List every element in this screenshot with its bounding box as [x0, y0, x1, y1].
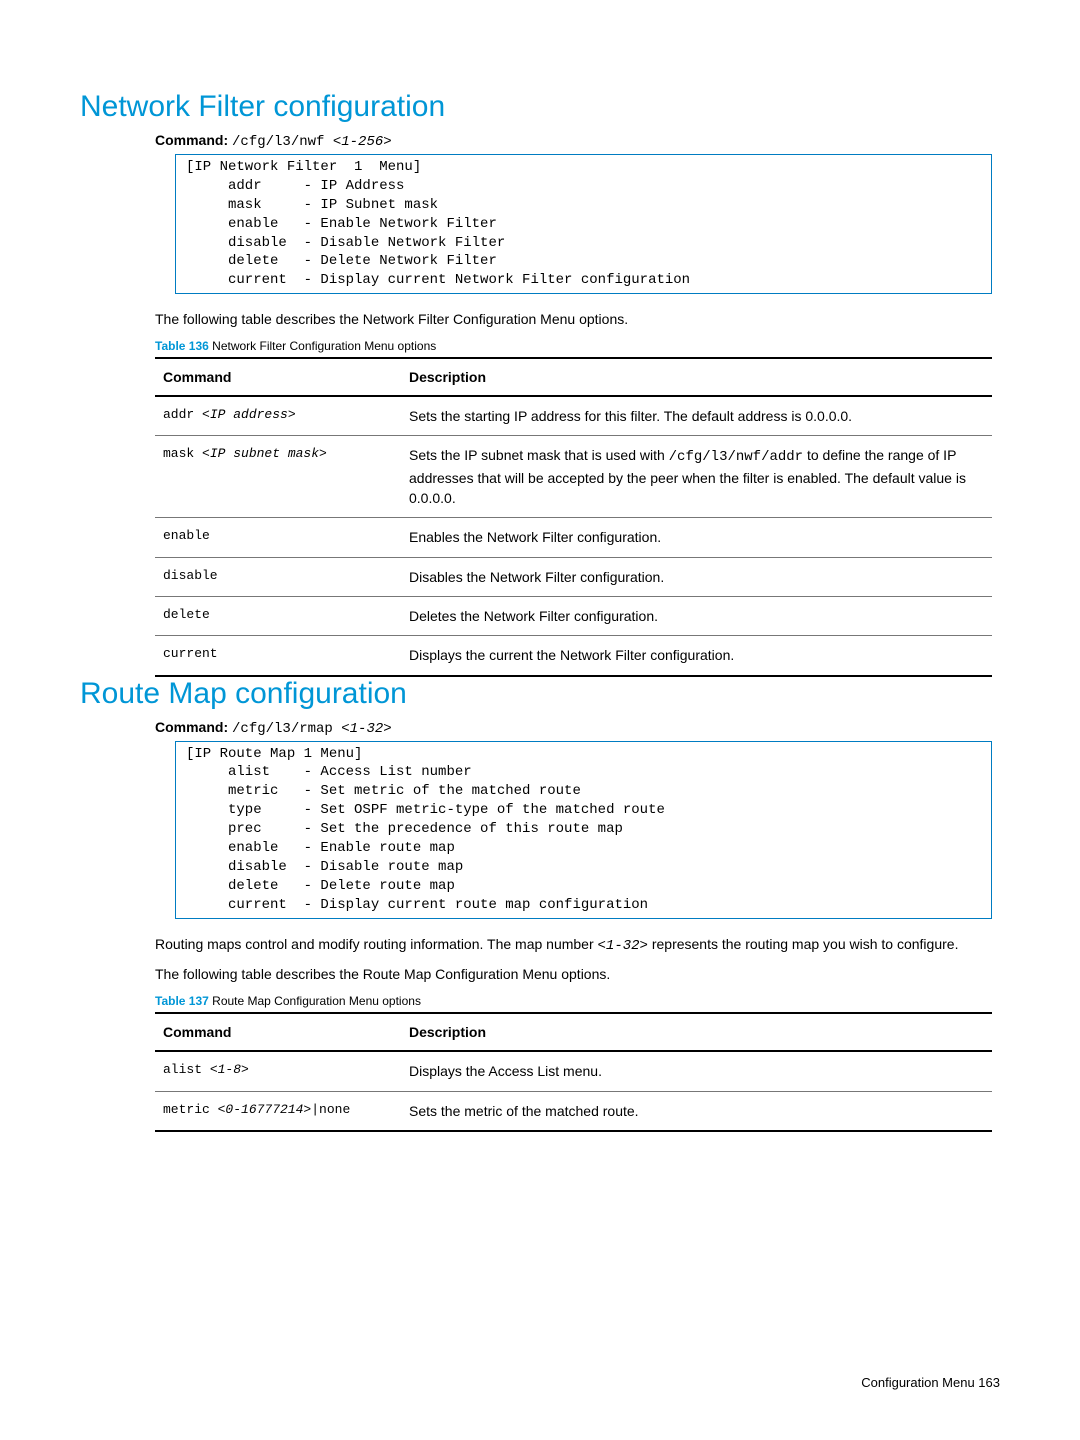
cell-cmd: addr — [163, 407, 202, 422]
table-row: delete Deletes the Network Filter config… — [155, 596, 992, 635]
th-description: Description — [401, 358, 992, 396]
th-command: Command — [155, 1013, 401, 1051]
command-path: /cfg/l3/rmap — [232, 721, 341, 737]
heading-route-map: Route Map configuration — [80, 677, 1000, 711]
cell-desc: Sets the metric of the matched route. — [401, 1091, 992, 1131]
th-command: Command — [155, 358, 401, 396]
cell-cmd: alist — [163, 1062, 210, 1077]
th-description: Description — [401, 1013, 992, 1051]
page-footer: Configuration Menu 163 — [861, 1375, 1000, 1390]
table-header-row: Command Description — [155, 358, 992, 396]
command-line-1: Command: /cfg/l3/nwf <1-256> — [155, 132, 1000, 150]
page: Network Filter configuration Command: /c… — [0, 0, 1080, 1440]
terminal-output-1: [IP Network Filter 1 Menu] addr - IP Add… — [175, 154, 992, 294]
command-arg: <1-256> — [333, 134, 392, 150]
cell-cmd: mask — [163, 446, 202, 461]
table-caption-2: Table 137 Route Map Configuration Menu o… — [155, 994, 1000, 1008]
command-label: Command: — [155, 132, 228, 148]
table-row: alist <1-8> Displays the Access List men… — [155, 1051, 992, 1091]
table-caption-label: Table 137 — [155, 994, 209, 1008]
table-row: disable Disables the Network Filter conf… — [155, 557, 992, 596]
cell-desc: Enables the Network Filter configuration… — [401, 518, 992, 557]
table-row: metric <0-16777214>|none Sets the metric… — [155, 1091, 992, 1131]
cell-arg: <1-8> — [210, 1062, 249, 1077]
table-row: current Displays the current the Network… — [155, 636, 992, 676]
command-path: /cfg/l3/nwf — [232, 134, 333, 150]
command-line-2: Command: /cfg/l3/rmap <1-32> — [155, 719, 1000, 737]
table-caption-1: Table 136 Network Filter Configuration M… — [155, 339, 1000, 353]
cell-desc: Displays the Access List menu. — [401, 1051, 992, 1091]
heading-network-filter: Network Filter configuration — [80, 90, 1000, 124]
table-caption-text: Route Map Configuration Menu options — [209, 994, 421, 1008]
cell-cmd: current — [155, 636, 401, 676]
cell-cmd: metric — [163, 1102, 218, 1117]
command-arg: <1-32> — [341, 721, 391, 737]
cell-arg: <IP address> — [202, 407, 296, 422]
terminal-output-2: [IP Route Map 1 Menu] alist - Access Lis… — [175, 741, 992, 919]
command-label: Command: — [155, 719, 228, 735]
table-row: addr <IP address> Sets the starting IP a… — [155, 396, 992, 436]
cell-arg: <0-16777214> — [218, 1102, 312, 1117]
cell-arg: <IP subnet mask> — [202, 446, 327, 461]
cell-cmd: enable — [155, 518, 401, 557]
table-header-row: Command Description — [155, 1013, 992, 1051]
table-caption-label: Table 136 — [155, 339, 209, 353]
table-network-filter: Command Description addr <IP address> Se… — [155, 357, 992, 676]
cell-desc: Sets the IP subnet mask that is used wit… — [401, 436, 992, 518]
cell-desc: Sets the starting IP address for this fi… — [401, 396, 992, 436]
table-row: mask <IP subnet mask> Sets the IP subnet… — [155, 436, 992, 518]
cell-desc: Disables the Network Filter configuratio… — [401, 557, 992, 596]
cell-cmd-post: |none — [311, 1102, 350, 1117]
cell-desc: Displays the current the Network Filter … — [401, 636, 992, 676]
intro-text-2b: The following table describes the Route … — [155, 965, 1000, 984]
cell-cmd: delete — [155, 596, 401, 635]
table-caption-text: Network Filter Configuration Menu option… — [209, 339, 436, 353]
table-route-map: Command Description alist <1-8> Displays… — [155, 1012, 992, 1132]
intro-text-1: The following table describes the Networ… — [155, 310, 1000, 329]
cell-desc: Deletes the Network Filter configuration… — [401, 596, 992, 635]
table-row: enable Enables the Network Filter config… — [155, 518, 992, 557]
cell-cmd: disable — [155, 557, 401, 596]
intro-text-2a: Routing maps control and modify routing … — [155, 935, 1000, 956]
